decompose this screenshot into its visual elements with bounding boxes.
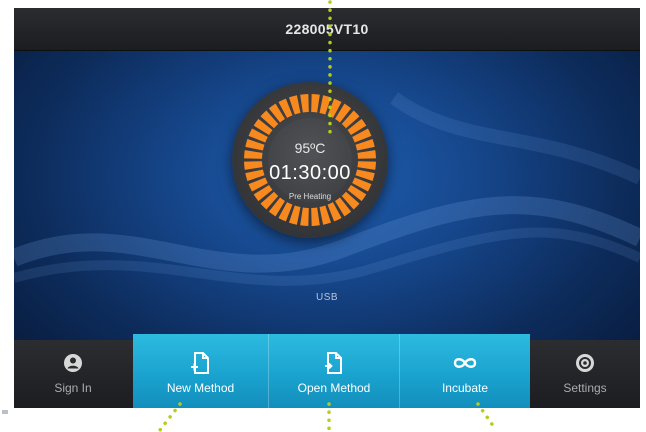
- sign-in-button[interactable]: Sign In: [14, 340, 132, 408]
- open-method-button[interactable]: Open Method: [268, 334, 399, 408]
- ring-segment: [300, 207, 309, 226]
- dial-center: [268, 118, 352, 202]
- incubate-button[interactable]: Incubate: [399, 334, 530, 408]
- run-status: Pre Heating: [288, 192, 332, 201]
- gear-icon: [575, 351, 595, 375]
- new-file-icon: [190, 351, 211, 375]
- device-serial: 228005VT10: [285, 21, 369, 37]
- infinity-icon: [451, 351, 479, 375]
- settings-label: Settings: [563, 381, 607, 395]
- new-method-label: New Method: [166, 381, 235, 395]
- sign-in-label: Sign In: [54, 381, 92, 395]
- timer-readout: 01:30:00: [269, 162, 351, 184]
- ring-segment: [311, 94, 320, 113]
- user-icon: [63, 351, 83, 375]
- status-dial: 95ºC 01:30:00 Pre Heating: [232, 82, 388, 238]
- open-file-icon: [324, 351, 344, 375]
- instrument-screen: 228005VT10 95ºC 01:30:00 Pre Heating USB…: [14, 8, 640, 408]
- title-bar: 228005VT10: [14, 8, 640, 51]
- open-method-label: Open Method: [297, 381, 371, 395]
- temperature-readout: 95ºC: [294, 140, 326, 156]
- incubate-label: Incubate: [441, 381, 489, 395]
- ring-segment: [300, 94, 309, 113]
- settings-button[interactable]: Settings: [530, 340, 640, 408]
- ring-segment: [311, 207, 320, 226]
- storage-label: USB: [315, 292, 339, 303]
- new-method-button[interactable]: New Method: [133, 334, 268, 408]
- screen-corner-mark: [2, 410, 8, 414]
